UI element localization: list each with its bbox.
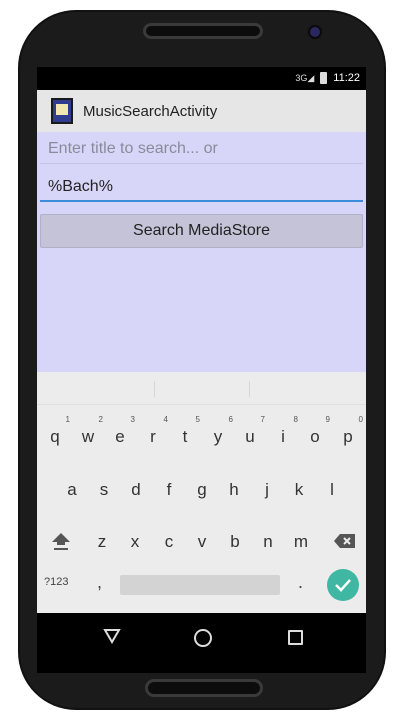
space-bar[interactable] bbox=[120, 575, 280, 595]
key-n[interactable]: n bbox=[253, 527, 283, 557]
soft-keyboard: q1 w2 e3 r4 t5 y6 u7 i8 o9 p0 a s d f g … bbox=[37, 372, 366, 613]
key-hint: 2 bbox=[98, 415, 103, 424]
key-j[interactable]: j bbox=[252, 475, 282, 505]
key-hint: 6 bbox=[228, 415, 233, 424]
key-hint: 3 bbox=[130, 415, 135, 424]
key-z[interactable]: z bbox=[87, 527, 117, 557]
key-r[interactable]: r4 bbox=[138, 416, 168, 452]
app-title: MusicSearchActivity bbox=[83, 102, 218, 120]
front-camera bbox=[310, 27, 320, 37]
key-label: w bbox=[81, 427, 95, 446]
key-d[interactable]: d bbox=[121, 475, 151, 505]
key-label: u bbox=[245, 427, 255, 446]
suggestion-strip bbox=[37, 372, 366, 405]
key-u[interactable]: u7 bbox=[235, 416, 265, 452]
key-f[interactable]: f bbox=[154, 475, 184, 505]
key-label: i bbox=[281, 427, 285, 446]
key-g[interactable]: g bbox=[187, 475, 217, 505]
action-bar: MusicSearchActivity bbox=[37, 90, 366, 132]
key-s[interactable]: s bbox=[89, 475, 119, 505]
key-hint: 7 bbox=[260, 415, 265, 424]
status-time: 11:22 bbox=[333, 72, 360, 84]
key-c[interactable]: c bbox=[154, 527, 184, 557]
bottom-speaker bbox=[145, 679, 263, 697]
status-bar: 3G◢ 11:22 bbox=[37, 67, 366, 90]
navigation-bar bbox=[37, 613, 366, 673]
search-mediastore-button[interactable]: Search MediaStore bbox=[40, 214, 363, 248]
shift-icon[interactable] bbox=[50, 530, 72, 552]
key-i[interactable]: i8 bbox=[268, 416, 298, 452]
suggestion-divider bbox=[154, 381, 155, 397]
key-a[interactable]: a bbox=[57, 475, 87, 505]
network-type: 3G bbox=[295, 72, 308, 83]
key-label: t bbox=[182, 427, 188, 446]
comma-key[interactable]: , bbox=[97, 572, 102, 593]
backspace-icon[interactable] bbox=[334, 533, 356, 549]
key-hint: 4 bbox=[163, 415, 168, 424]
key-label: e bbox=[115, 427, 125, 446]
key-label: y bbox=[213, 427, 223, 446]
key-y[interactable]: y6 bbox=[203, 416, 233, 452]
key-p[interactable]: p0 bbox=[333, 416, 363, 452]
key-h[interactable]: h bbox=[219, 475, 249, 505]
key-q[interactable]: q1 bbox=[40, 416, 70, 452]
key-hint: 0 bbox=[358, 415, 363, 424]
battery-icon bbox=[320, 72, 328, 84]
title-search-input[interactable]: Enter title to search... or bbox=[40, 134, 363, 164]
home-icon[interactable] bbox=[194, 629, 212, 647]
app-icon bbox=[51, 98, 73, 124]
key-e[interactable]: e3 bbox=[105, 416, 135, 452]
checkmark-icon bbox=[335, 579, 351, 592]
key-b[interactable]: b bbox=[220, 527, 250, 557]
query-input[interactable]: %Bach% bbox=[40, 172, 363, 202]
recents-icon[interactable] bbox=[288, 630, 303, 645]
key-label: p bbox=[343, 427, 353, 446]
key-label: q bbox=[50, 427, 60, 446]
enter-key[interactable] bbox=[327, 569, 359, 601]
key-t[interactable]: t5 bbox=[170, 416, 200, 452]
key-l[interactable]: l bbox=[317, 475, 347, 505]
key-hint: 8 bbox=[293, 415, 298, 424]
symbols-key[interactable]: ?123 bbox=[44, 576, 68, 588]
key-hint: 5 bbox=[195, 415, 200, 424]
key-v[interactable]: v bbox=[187, 527, 217, 557]
suggestion-divider bbox=[249, 381, 250, 397]
key-o[interactable]: o9 bbox=[300, 416, 330, 452]
key-hint: 9 bbox=[325, 415, 330, 424]
key-x[interactable]: x bbox=[120, 527, 150, 557]
top-speaker bbox=[143, 23, 263, 39]
key-k[interactable]: k bbox=[284, 475, 314, 505]
key-hint: 1 bbox=[65, 415, 70, 424]
device-screen: 3G◢ 11:22 MusicSearchActivity Enter titl… bbox=[37, 67, 366, 673]
period-key[interactable]: . bbox=[298, 572, 303, 593]
signal-icon: 3G◢ bbox=[295, 72, 315, 83]
search-form: Enter title to search... or %Bach% Searc… bbox=[37, 132, 366, 372]
back-icon[interactable] bbox=[103, 628, 121, 644]
key-w[interactable]: w2 bbox=[73, 416, 103, 452]
key-m[interactable]: m bbox=[286, 527, 316, 557]
key-label: o bbox=[310, 427, 320, 446]
key-label: r bbox=[150, 427, 156, 446]
